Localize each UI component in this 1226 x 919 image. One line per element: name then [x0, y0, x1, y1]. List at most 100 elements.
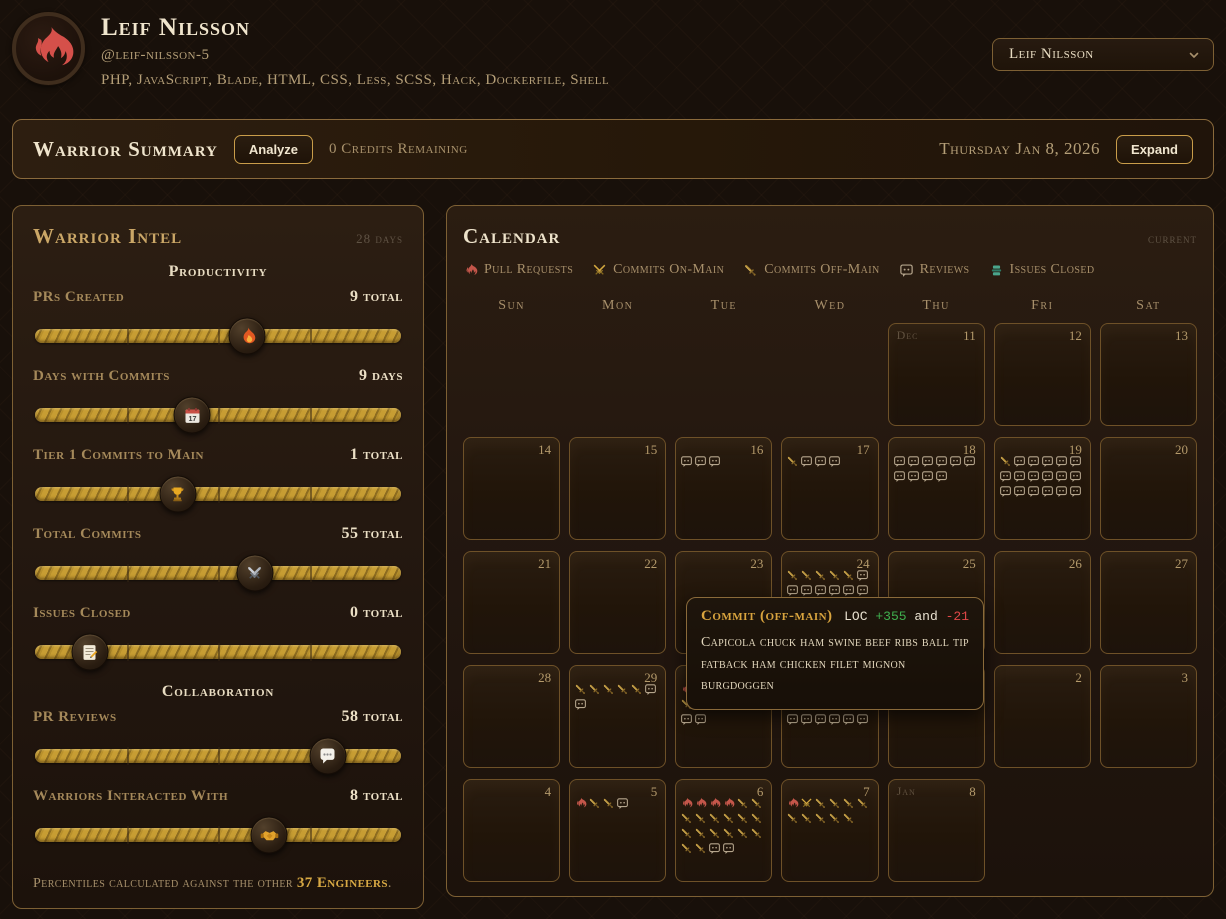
flame-logo-icon — [23, 23, 75, 75]
summary-date: Thursday Jan 8, 2026 — [939, 139, 1100, 159]
expand-button[interactable]: Expand — [1116, 135, 1193, 164]
sword-icon — [786, 455, 799, 468]
day-cell[interactable]: 27 — [1100, 551, 1197, 654]
day-cell[interactable]: 26 — [994, 551, 1091, 654]
empty-day-slot — [1100, 779, 1197, 882]
percentile-slider — [35, 828, 401, 842]
sword-icon — [694, 842, 707, 855]
review-icon — [999, 470, 1012, 483]
sword-icon — [602, 683, 615, 696]
review-icon — [921, 455, 934, 468]
slider-knob[interactable] — [309, 738, 346, 775]
day-number: 27 — [1175, 556, 1188, 572]
review-icon — [1013, 470, 1026, 483]
percentile-slider — [35, 749, 401, 763]
day-cell[interactable]: 21 — [463, 551, 560, 654]
day-cell[interactable]: 7 — [781, 779, 878, 882]
review-icon — [1041, 485, 1054, 498]
slider-knob[interactable] — [251, 817, 288, 854]
slider-knob[interactable]: 17 — [174, 397, 211, 434]
review-icon — [1055, 470, 1068, 483]
day-number: 12 — [1069, 328, 1082, 344]
review-icon — [899, 263, 914, 278]
day-cell[interactable]: 2 — [994, 665, 1091, 768]
sword-icon — [722, 827, 735, 840]
user-dropdown[interactable]: Leif Nilsson — [992, 38, 1214, 71]
review-icon — [1013, 485, 1026, 498]
commit-tooltip: Commit (off-main) LOC +355 and -21 Capic… — [686, 597, 984, 710]
review-icon — [828, 584, 841, 597]
review-icon — [680, 455, 693, 468]
day-cell[interactable]: 17 — [781, 437, 878, 540]
fire-icon — [694, 797, 707, 810]
day-cell[interactable]: 5 — [569, 779, 666, 882]
weekday-header: Thu — [888, 298, 985, 314]
day-cell[interactable]: 19 — [994, 437, 1091, 540]
analyze-button[interactable]: Analyze — [234, 135, 313, 164]
day-cell[interactable]: 4 — [463, 779, 560, 882]
sword-icon — [842, 569, 855, 582]
metric-value: 58 total — [342, 708, 404, 726]
sword-icon — [574, 683, 587, 696]
sword-icon — [694, 827, 707, 840]
trophy-knob-icon — [168, 484, 188, 504]
review-icon — [935, 470, 948, 483]
legend-item: Commits On-Main — [592, 262, 724, 278]
day-cell[interactable]: 28 — [463, 665, 560, 768]
slider-knob[interactable] — [71, 634, 108, 671]
review-icon — [786, 713, 799, 726]
sword-icon — [588, 683, 601, 696]
day-cell[interactable]: 14 — [463, 437, 560, 540]
review-icon — [828, 713, 841, 726]
sword-icon — [602, 797, 615, 810]
speech-bubble-knob-icon — [318, 746, 338, 766]
slider-knob[interactable] — [229, 318, 266, 355]
profile-handle: @leif-nilsson-5 — [101, 47, 609, 64]
profile-languages: PHP, JavaScript, Blade, HTML, CSS, Less,… — [101, 72, 609, 89]
slider-knob[interactable] — [159, 476, 196, 513]
day-cell[interactable]: 16 — [675, 437, 772, 540]
day-activity-icons — [680, 455, 767, 468]
legend-label: Commits On-Main — [613, 262, 724, 278]
day-cell[interactable]: 15 — [569, 437, 666, 540]
slider-tick — [218, 826, 220, 844]
legend-label: Issues Closed — [1010, 262, 1095, 278]
percentile-slider — [35, 645, 401, 659]
empty-day-slot — [994, 779, 1091, 882]
day-cell[interactable]: 3 — [1100, 665, 1197, 768]
day-cell[interactable]: Dec11 — [888, 323, 985, 426]
memo-knob-icon — [80, 642, 100, 662]
percentile-slider — [35, 329, 401, 343]
intel-footer: Percentiles calculated against the other… — [33, 875, 403, 892]
review-icon — [814, 713, 827, 726]
day-cell[interactable]: 13 — [1100, 323, 1197, 426]
day-cell[interactable]: 12 — [994, 323, 1091, 426]
intel-period: 28 days — [356, 231, 403, 247]
slider-knob[interactable] — [236, 555, 273, 592]
review-icon — [1055, 455, 1068, 468]
calendar-panel: Calendar current Pull RequestsCommits On… — [446, 205, 1214, 897]
warrior-intel-panel: Warrior Intel 28 days ProductivityPRs Cr… — [12, 205, 424, 909]
crossed-swords-knob-icon — [245, 563, 265, 583]
day-cell[interactable]: 20 — [1100, 437, 1197, 540]
review-icon — [856, 569, 869, 582]
loc-removed: -21 — [946, 609, 969, 624]
slider-tick — [127, 327, 129, 345]
day-cell[interactable]: Jan8 — [888, 779, 985, 882]
metric-label: Total Commits — [33, 526, 142, 543]
day-number: 26 — [1069, 556, 1082, 572]
loc-added: +355 — [875, 609, 906, 624]
day-cell[interactable]: 22 — [569, 551, 666, 654]
engineer-count: 37 Engineers — [297, 875, 388, 891]
day-cell[interactable]: 29 — [569, 665, 666, 768]
day-number: 22 — [644, 556, 657, 572]
section-title: Productivity — [33, 263, 403, 281]
slider-tick — [310, 643, 312, 661]
credits-remaining: 0 Credits Remaining — [329, 141, 468, 158]
sword-icon — [588, 797, 601, 810]
day-cell[interactable]: 6 — [675, 779, 772, 882]
day-activity-icons — [786, 797, 873, 825]
slider-tick — [127, 643, 129, 661]
sword-icon — [828, 569, 841, 582]
day-cell[interactable]: 18 — [888, 437, 985, 540]
